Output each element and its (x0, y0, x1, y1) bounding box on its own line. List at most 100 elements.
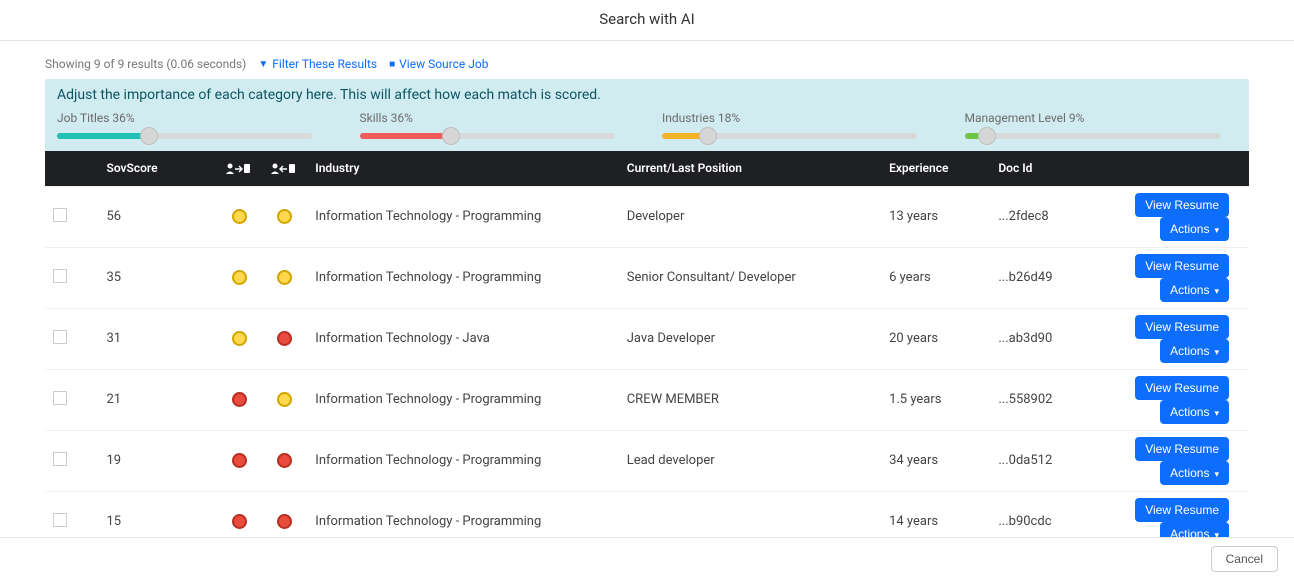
docid-value: ...558902 (990, 369, 1070, 430)
filter-results-link[interactable]: ▼ Filter These Results (258, 57, 377, 71)
position-value: Lead developer (619, 430, 881, 491)
match-status-dot-1 (232, 514, 247, 529)
position-value: Developer (619, 186, 881, 247)
importance-slider-3: Management Level 9% (965, 111, 1238, 139)
docid-value: ...b90cdc (990, 491, 1070, 537)
experience-value: 1.5 years (881, 369, 990, 430)
match-status-dot-2 (277, 270, 292, 285)
col-industry[interactable]: Industry (307, 151, 618, 186)
importance-slider-2: Industries 18% (662, 111, 935, 139)
position-value (619, 491, 881, 537)
header: Search with AI (0, 0, 1294, 41)
actions-dropdown-button[interactable]: Actions (1160, 522, 1229, 537)
position-value: Java Developer (619, 308, 881, 369)
document-icon: ■ (389, 59, 395, 70)
match-status-dot-1 (232, 331, 247, 346)
importance-slider-track[interactable] (360, 133, 615, 139)
row-checkbox[interactable] (53, 330, 67, 344)
slider-thumb[interactable] (978, 127, 996, 145)
match-status-dot-1 (232, 209, 247, 224)
importance-slider-track[interactable] (965, 133, 1220, 139)
col-actions (1070, 151, 1249, 186)
actions-dropdown-button[interactable]: Actions (1160, 339, 1229, 363)
slider-thumb[interactable] (140, 127, 158, 145)
sovscore-value: 56 (99, 186, 218, 247)
view-resume-button[interactable]: View Resume (1135, 254, 1229, 278)
docid-value: ...ab3d90 (990, 308, 1070, 369)
match-status-dot-1 (232, 270, 247, 285)
docid-value: ...2fdec8 (990, 186, 1070, 247)
view-resume-button[interactable]: View Resume (1135, 376, 1229, 400)
col-match-icon-2[interactable] (262, 151, 307, 186)
industry-value: Information Technology - Programming (307, 247, 618, 308)
actions-dropdown-button[interactable]: Actions (1160, 217, 1229, 241)
match-status-dot-1 (232, 453, 247, 468)
cancel-button[interactable]: Cancel (1211, 546, 1278, 572)
actions-dropdown-button[interactable]: Actions (1160, 400, 1229, 424)
slider-thumb[interactable] (699, 127, 717, 145)
industry-value: Information Technology - Java (307, 308, 618, 369)
table-row: 35Information Technology - ProgrammingSe… (45, 247, 1249, 308)
actions-dropdown-button[interactable]: Actions (1160, 278, 1229, 302)
filter-icon: ▼ (258, 59, 268, 70)
industry-value: Information Technology - Programming (307, 186, 618, 247)
view-resume-button[interactable]: View Resume (1135, 193, 1229, 217)
sovscore-value: 35 (99, 247, 218, 308)
industry-value: Information Technology - Programming (307, 369, 618, 430)
col-position[interactable]: Current/Last Position (619, 151, 881, 186)
actions-dropdown-button[interactable]: Actions (1160, 461, 1229, 485)
position-value: CREW MEMBER (619, 369, 881, 430)
importance-slider-track[interactable] (662, 133, 917, 139)
row-checkbox[interactable] (53, 208, 67, 222)
match-status-dot-2 (277, 331, 292, 346)
importance-slider-label: Industries 18% (662, 111, 935, 125)
view-resume-button[interactable]: View Resume (1135, 498, 1229, 522)
match-status-dot-2 (277, 392, 292, 407)
industry-value: Information Technology - Programming (307, 430, 618, 491)
row-checkbox[interactable] (53, 391, 67, 405)
importance-panel-title: Adjust the importance of each category h… (57, 87, 1237, 103)
importance-slider-label: Skills 36% (360, 111, 633, 125)
sovscore-value: 15 (99, 491, 218, 537)
row-checkbox[interactable] (53, 269, 67, 283)
match-status-dot-2 (277, 514, 292, 529)
sovscore-value: 19 (99, 430, 218, 491)
person-from-doc-icon (270, 162, 296, 176)
docid-value: ...b26d49 (990, 247, 1070, 308)
col-docid[interactable]: Doc Id (990, 151, 1070, 186)
page-title: Search with AI (0, 10, 1294, 28)
results-count-text: Showing 9 of 9 results (0.06 seconds) (45, 57, 246, 71)
info-line: Showing 9 of 9 results (0.06 seconds) ▼ … (45, 57, 1249, 71)
experience-value: 14 years (881, 491, 990, 537)
row-checkbox[interactable] (53, 513, 67, 527)
col-sovscore[interactable]: SovScore (99, 151, 218, 186)
table-row: 15 Information Technology - Programming 14… (45, 491, 1249, 537)
slider-thumb[interactable] (442, 127, 460, 145)
match-status-dot-2 (277, 209, 292, 224)
view-resume-button[interactable]: View Resume (1135, 437, 1229, 461)
filter-results-label: Filter These Results (272, 57, 377, 71)
view-source-job-label: View Source Job (399, 57, 488, 71)
col-match-icon-1[interactable] (217, 151, 262, 186)
importance-slider-track[interactable] (57, 133, 312, 139)
importance-slider-1: Skills 36% (360, 111, 633, 139)
importance-slider-label: Job Titles 36% (57, 111, 330, 125)
table-row: 31 Information Technology - JavaJava Deve… (45, 308, 1249, 369)
experience-value: 20 years (881, 308, 990, 369)
table-row: 19 Information Technology - ProgrammingLe… (45, 430, 1249, 491)
industry-value: Information Technology - Programming (307, 491, 618, 537)
footer: Cancel (0, 537, 1294, 580)
importance-panel: Adjust the importance of each category h… (45, 79, 1249, 151)
match-status-dot-2 (277, 453, 292, 468)
view-resume-button[interactable]: View Resume (1135, 315, 1229, 339)
table-row: 56 Information Technology - ProgrammingDe… (45, 186, 1249, 247)
experience-value: 6 years (881, 247, 990, 308)
sovscore-value: 31 (99, 308, 218, 369)
results-table: SovScore (45, 151, 1249, 537)
col-experience[interactable]: Experience (881, 151, 990, 186)
view-source-job-link[interactable]: ■ View Source Job (389, 57, 488, 71)
importance-slider-label: Management Level 9% (965, 111, 1238, 125)
row-checkbox[interactable] (53, 452, 67, 466)
experience-value: 34 years (881, 430, 990, 491)
match-status-dot-1 (232, 392, 247, 407)
